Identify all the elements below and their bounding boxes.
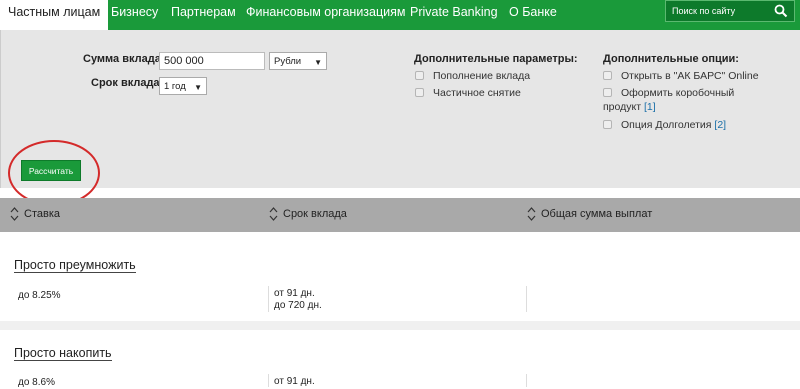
header-total-payout[interactable]: Общая сумма выплат [541,198,652,232]
product-2-rate: до 8.6% [18,377,55,388]
longevity-text: Опция Долголетия [621,119,712,131]
sort-icon[interactable] [269,206,278,222]
deposit-calculator-panel: Сумма вклада 500 000 Рубли ▼ Срок вклада… [0,30,800,188]
term-select[interactable]: 1 год ▼ [159,77,207,95]
boxed-product-label-line2: продукт [1] [603,101,656,113]
online-checkbox[interactable] [603,71,612,80]
search-icon[interactable] [774,4,788,18]
nav-item-private-banking[interactable]: Private Banking [410,0,498,30]
column-divider [268,374,269,387]
currency-select[interactable]: Рубли ▼ [269,52,327,70]
product-title-1[interactable]: Просто преумножить [14,258,136,273]
nav-item-financial[interactable]: Финансовым организациям [246,0,406,30]
highlight-circle [8,140,100,206]
product-1-rate: до 8.25% [18,290,61,301]
search-input[interactable] [672,4,772,18]
longevity-checkbox[interactable] [603,120,612,129]
options-title: Дополнительные опции: [603,53,739,65]
boxed-product-ref-link[interactable]: [1] [644,101,656,113]
nav-item-about[interactable]: О Банке [509,0,557,30]
sort-icon[interactable] [10,206,19,222]
amount-label: Сумма вклада [83,53,161,65]
column-divider [268,286,269,312]
column-divider [526,286,527,312]
currency-select-value: Рубли [274,56,302,67]
refill-label: Пополнение вклада [433,70,531,82]
boxed-product-checkbox[interactable] [603,88,612,97]
boxed-product-text: продукт [603,101,642,113]
nav-item-business[interactable]: Бизнесу [111,0,158,30]
top-navigation: Частным лицам Бизнесу Партнерам Финансов… [0,0,800,30]
dropdown-arrow-icon: ▼ [314,58,322,67]
dropdown-arrow-icon: ▼ [194,83,202,92]
product-1-term-to: до 720 дн. [274,300,322,311]
product-1-term-from: от 91 дн. [274,288,315,299]
longevity-ref-link[interactable]: [2] [714,119,726,131]
column-divider [526,374,527,387]
term-select-value: 1 год [164,81,186,92]
nav-item-partners[interactable]: Партнерам [171,0,236,30]
online-label: Открыть в "АК БАРС" Online [621,70,759,82]
product-2-term-from: от 91 дн. [274,376,315,387]
nav-item-private[interactable]: Частным лицам [0,0,109,30]
partial-withdrawal-label: Частичное снятие [433,87,521,99]
header-rate[interactable]: Ставка [24,198,60,232]
product-title-2[interactable]: Просто накопить [14,346,112,361]
term-label: Срок вклада [91,77,160,89]
boxed-product-label: Оформить коробочный [621,87,735,99]
header-term[interactable]: Срок вклада [283,198,347,232]
refill-checkbox[interactable] [415,71,424,80]
amount-input[interactable]: 500 000 [159,52,265,70]
partial-withdrawal-checkbox[interactable] [415,88,424,97]
longevity-label: Опция Долголетия [2] [621,119,726,131]
results-table-header: Ставка Срок вклада Общая сумма выплат [0,198,800,232]
search-box [665,0,795,22]
sort-icon[interactable] [527,206,536,222]
row-separator [0,321,800,330]
params-title: Дополнительные параметры: [414,53,578,65]
